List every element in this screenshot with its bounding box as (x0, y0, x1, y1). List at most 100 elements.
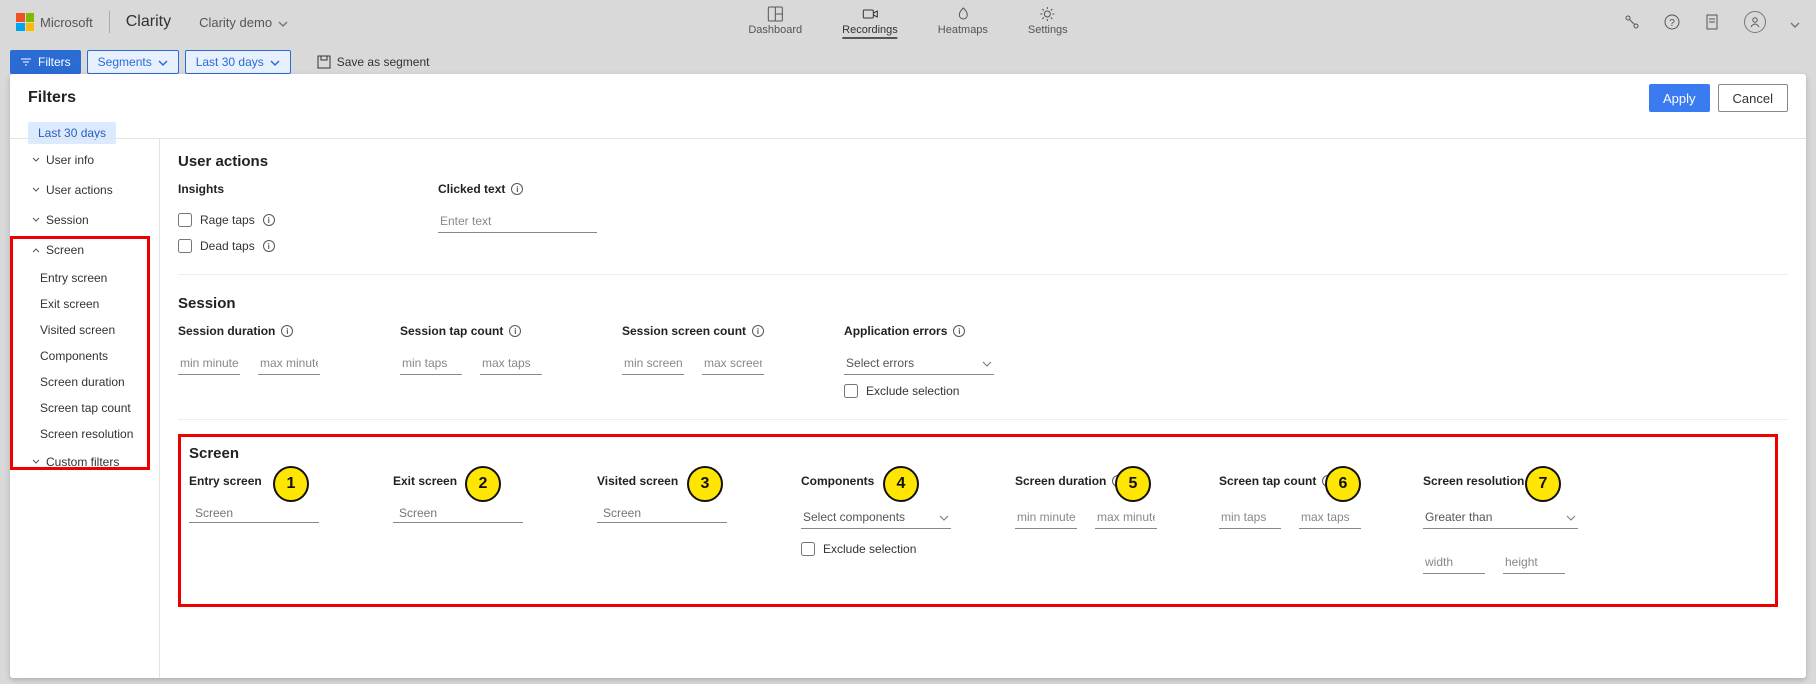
save-as-segment-button[interactable]: Save as segment (317, 55, 430, 69)
filter-sidebar: User info User actions Session Screen En… (10, 139, 160, 678)
section-session: Session Session durationi Session tap co… (178, 289, 1788, 420)
entry-screen-label: Entry screen (189, 474, 339, 488)
session-taps-min[interactable] (400, 352, 462, 375)
section-title: Screen (189, 445, 1767, 462)
components-exclude-checkbox[interactable]: Exclude selection (801, 539, 961, 559)
chevron-up-icon (32, 246, 40, 254)
session-duration-max[interactable] (258, 352, 320, 375)
sidebar-sub-components[interactable]: Components (10, 343, 159, 369)
visited-screen-search[interactable] (597, 506, 727, 523)
info-icon[interactable]: i (263, 214, 275, 226)
panel-actions: Apply Cancel (1649, 84, 1788, 112)
info-icon[interactable]: i (953, 325, 965, 337)
section-title: User actions (178, 153, 1788, 170)
nav-dashboard[interactable]: Dashboard (748, 6, 802, 36)
segments-dropdown[interactable]: Segments (87, 50, 179, 74)
sidebar-sub-exit-screen[interactable]: Exit screen (10, 291, 159, 317)
info-icon[interactable]: i (509, 325, 521, 337)
resolution-width[interactable] (1423, 551, 1485, 574)
nav-heatmaps[interactable]: Heatmaps (938, 6, 988, 36)
rage-taps-checkbox[interactable]: Rage tapsi (178, 210, 358, 230)
dashboard-icon (767, 6, 783, 22)
daterange-dropdown[interactable]: Last 30 days (185, 50, 291, 74)
brand-clarity: Clarity (126, 13, 171, 31)
top-nav: Dashboard Recordings Heatmaps Settings (748, 0, 1067, 44)
chevron-down-icon (278, 17, 288, 27)
header-right: ? (1624, 0, 1800, 44)
clicked-text-input[interactable] (438, 210, 597, 233)
nav-recordings[interactable]: Recordings (842, 6, 898, 39)
session-tap-count-label: Session tap counti (400, 324, 542, 338)
help-icon[interactable]: ? (1664, 14, 1680, 30)
doc-icon[interactable] (1704, 14, 1720, 30)
errors-exclude-checkbox[interactable]: Exclude selection (844, 381, 994, 401)
project-name: Clarity demo (199, 15, 272, 30)
divider (109, 11, 110, 33)
chevron-down-icon (32, 458, 40, 466)
clicked-text-label: Clicked texti (438, 182, 597, 196)
sidebar-sub-entry-screen[interactable]: Entry screen (10, 265, 159, 291)
sidebar-item-user-actions[interactable]: User actions (10, 175, 159, 205)
app-header: Microsoft Clarity Clarity demo Dashboard… (0, 0, 1816, 44)
annotation-badge: 7 (1525, 466, 1561, 502)
section-title: Session (178, 295, 1788, 312)
annotation-badge: 2 (465, 466, 501, 502)
annotation-badge: 1 (273, 466, 309, 502)
chevron-down-icon (158, 57, 168, 67)
filters-button[interactable]: Filters (10, 50, 81, 74)
sidebar-sub-screen-duration[interactable]: Screen duration (10, 369, 159, 395)
chevron-down-icon (32, 186, 40, 194)
info-icon[interactable]: i (281, 325, 293, 337)
sidebar-sub-screen-tap-count[interactable]: Screen tap count (10, 395, 159, 421)
user-avatar[interactable] (1744, 11, 1766, 33)
sidebar-item-session[interactable]: Session (10, 205, 159, 235)
project-selector[interactable]: Clarity demo (199, 15, 288, 30)
session-screen-count-label: Session screen counti (622, 324, 764, 338)
resolution-mode-dropdown[interactable]: Greater than (1423, 506, 1578, 529)
sidebar-item-user-info[interactable]: User info (10, 145, 159, 175)
sidebar-sub-screen-resolution[interactable]: Screen resolution (10, 421, 159, 447)
chevron-down-icon (1566, 512, 1576, 522)
application-errors-label: Application errorsi (844, 324, 994, 338)
annotation-badge: 6 (1325, 466, 1361, 502)
section-screen: Screen 1 Entry screen 2 Exit screen 3 (189, 445, 1767, 574)
panel-title: Filters (28, 89, 76, 107)
exit-screen-search[interactable] (393, 506, 523, 523)
recordings-icon (862, 6, 878, 22)
panel-header: Filters Apply Cancel (10, 74, 1806, 118)
chevron-down-icon (32, 216, 40, 224)
resolution-height[interactable] (1503, 551, 1565, 574)
entry-screen-search[interactable] (189, 506, 319, 523)
select-components-dropdown[interactable]: Select components (801, 506, 951, 529)
annotation-badge: 5 (1115, 466, 1151, 502)
info-icon[interactable]: i (752, 325, 764, 337)
screen-duration-min[interactable] (1015, 506, 1077, 529)
cancel-button[interactable]: Cancel (1718, 84, 1788, 112)
nav-settings[interactable]: Settings (1028, 6, 1068, 36)
filter-icon (20, 56, 32, 68)
filter-toolbar: Filters Segments Last 30 days Save as se… (10, 48, 1806, 76)
session-duration-label: Session durationi (178, 324, 320, 338)
apply-button[interactable]: Apply (1649, 84, 1710, 112)
sidebar-item-custom-filters[interactable]: Custom filters (10, 447, 159, 477)
session-screens-max[interactable] (702, 352, 764, 375)
brand-microsoft: Microsoft (40, 15, 93, 30)
session-taps-max[interactable] (480, 352, 542, 375)
info-icon[interactable]: i (511, 183, 523, 195)
filters-panel: Filters Apply Cancel Last 30 days User i… (10, 74, 1806, 678)
info-icon[interactable]: i (263, 240, 275, 252)
insights-label: Insights (178, 182, 358, 196)
heatmaps-icon (955, 6, 971, 22)
sidebar-sub-visited-screen[interactable]: Visited screen (10, 317, 159, 343)
session-duration-min[interactable] (178, 352, 240, 375)
connect-icon[interactable] (1624, 14, 1640, 30)
session-screens-min[interactable] (622, 352, 684, 375)
chevron-down-icon (1790, 17, 1800, 27)
screen-taps-max[interactable] (1299, 506, 1361, 529)
sidebar-item-screen[interactable]: Screen (10, 235, 159, 265)
select-errors-dropdown[interactable]: Select errors (844, 352, 994, 375)
dead-taps-checkbox[interactable]: Dead tapsi (178, 236, 358, 256)
section-user-actions: User actions Insights Rage tapsi Dead ta… (178, 147, 1788, 275)
screen-duration-max[interactable] (1095, 506, 1157, 529)
screen-taps-min[interactable] (1219, 506, 1281, 529)
